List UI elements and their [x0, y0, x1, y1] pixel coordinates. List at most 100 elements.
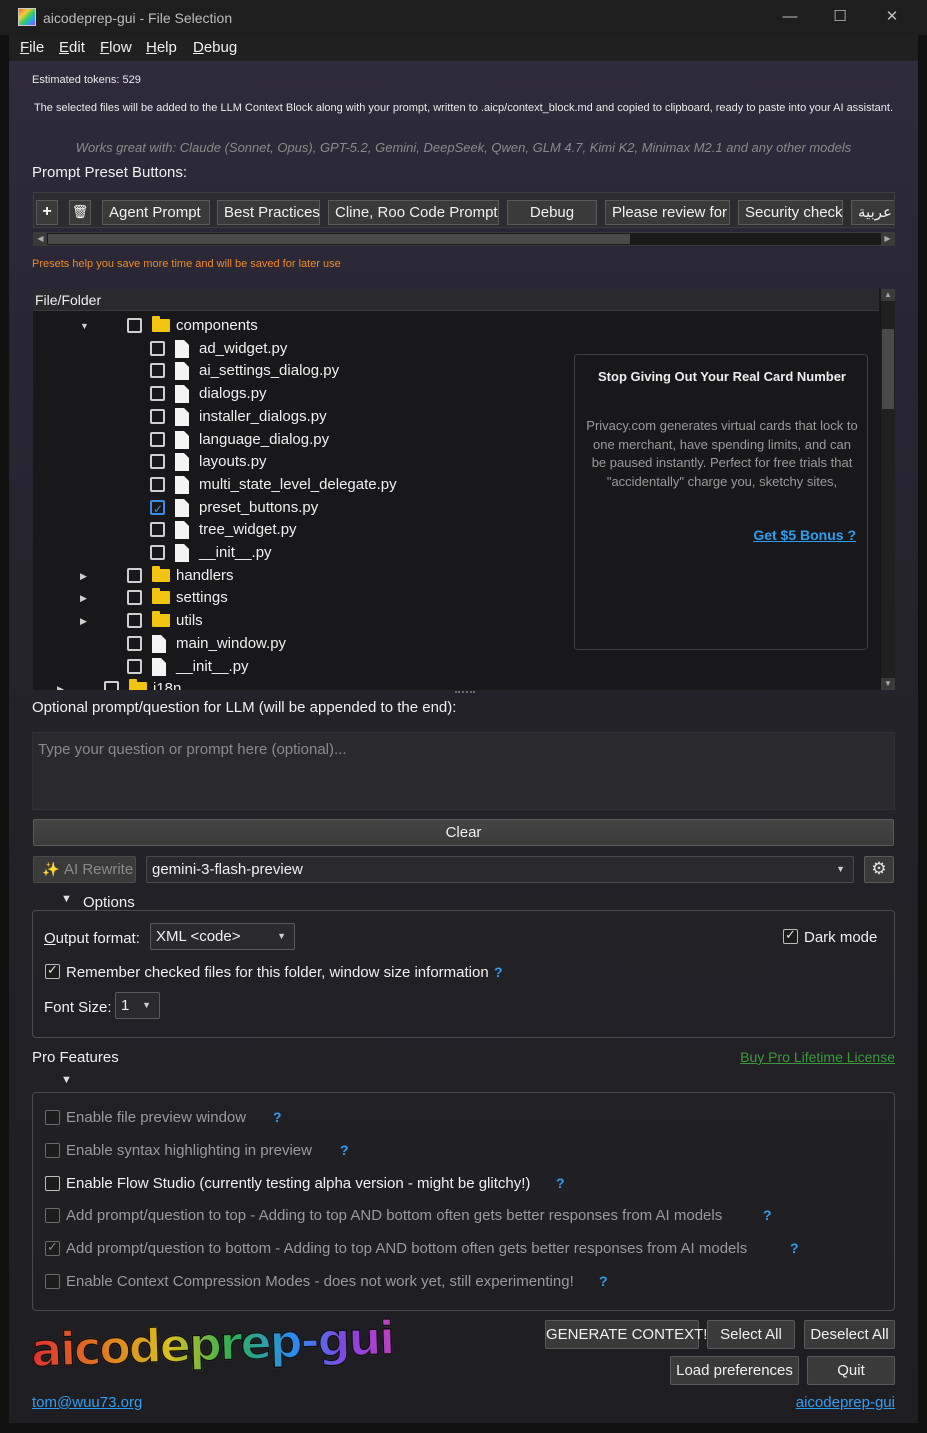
scroll-right-icon[interactable]: ▶: [881, 233, 894, 245]
tree-checkbox[interactable]: [150, 408, 165, 424]
pro-feature-checkbox[interactable]: [45, 1208, 60, 1224]
tree-checkbox[interactable]: [127, 318, 142, 333]
preset-scrollbar[interactable]: ◀ ▶: [33, 232, 895, 246]
tree-scroll-thumb[interactable]: [882, 329, 894, 409]
pro-feature-checkbox[interactable]: [45, 1274, 60, 1289]
add-preset-button[interactable]: +: [36, 200, 58, 225]
tree-file-row[interactable]: ai_settings_dialog.py: [33, 360, 563, 382]
tree-file-row[interactable]: main_window.py: [33, 633, 563, 655]
maximize-button[interactable]: ☐: [825, 6, 855, 28]
help-icon[interactable]: ?: [763, 1207, 772, 1223]
tree-folder-row[interactable]: ▶ settings: [33, 587, 563, 609]
dark-mode-checkbox[interactable]: [783, 927, 798, 944]
help-icon[interactable]: ?: [790, 1240, 799, 1256]
pro-feature-checkbox[interactable]: [45, 1142, 60, 1158]
menu-file[interactable]: File: [20, 39, 44, 56]
menu-debug[interactable]: Debug: [193, 39, 237, 56]
tree-file-row[interactable]: dialogs.py: [33, 383, 563, 405]
preset-please-review[interactable]: Please review for: [605, 200, 730, 225]
gear-icon[interactable]: ⚙: [864, 856, 894, 883]
clear-button[interactable]: Clear: [33, 819, 894, 846]
options-title[interactable]: Options: [83, 894, 135, 911]
chevron-down-icon[interactable]: ▼: [80, 315, 89, 337]
preset-arabic[interactable]: عربية: [851, 200, 894, 225]
email-link[interactable]: tom@wuu73.org: [32, 1394, 142, 1411]
menu-flow[interactable]: Flow: [100, 39, 132, 56]
tree-folder-row[interactable]: ▶ utils: [33, 610, 563, 632]
tree-checkbox[interactable]: [127, 567, 142, 583]
generate-context-button[interactable]: GENERATE CONTEXT!: [545, 1320, 707, 1349]
tree-file-row[interactable]: preset_buttons.py: [33, 497, 563, 520]
scroll-thumb[interactable]: [48, 234, 630, 244]
pro-feature-checkbox[interactable]: [45, 1110, 60, 1125]
tree-checkbox[interactable]: [127, 613, 142, 629]
tree-file-row[interactable]: layouts.py: [33, 451, 563, 473]
pro-feature-checkbox[interactable]: [45, 1175, 60, 1191]
help-icon[interactable]: ?: [273, 1109, 282, 1125]
tree-checkbox[interactable]: [127, 658, 142, 674]
tree-checkbox[interactable]: [150, 340, 165, 356]
menu-edit[interactable]: Edit: [59, 39, 85, 56]
scroll-down-icon[interactable]: ▼: [881, 678, 895, 690]
deselect-all-button[interactable]: Deselect All: [804, 1320, 895, 1349]
load-preferences-button[interactable]: Load preferences: [670, 1356, 799, 1385]
tree-checkbox[interactable]: [150, 498, 165, 520]
tree-checkbox[interactable]: [150, 431, 165, 447]
website-link[interactable]: aicodeprep-gui: [796, 1394, 895, 1411]
tree-checkbox[interactable]: [150, 363, 165, 379]
model-select[interactable]: gemini-3-flash-preview ▼: [146, 856, 854, 883]
pro-feature-checkbox[interactable]: [45, 1239, 60, 1257]
scroll-left-icon[interactable]: ◀: [34, 233, 47, 245]
tree-checkbox[interactable]: [150, 454, 165, 470]
tree-checkbox[interactable]: [127, 635, 142, 651]
tree-folder-row[interactable]: ▶ handlers: [33, 565, 563, 587]
preset-best-practices[interactable]: Best Practices: [217, 200, 320, 225]
tree-file-row[interactable]: __init__.py: [33, 656, 563, 678]
tree-file-row[interactable]: __init__.py: [33, 542, 563, 564]
ai-rewrite-button[interactable]: ✨ AI Rewrite: [33, 856, 136, 883]
remember-help-icon[interactable]: ?: [494, 964, 503, 980]
preset-agent-prompt[interactable]: Agent Prompt: [102, 200, 210, 225]
minimize-button[interactable]: —: [775, 6, 805, 28]
output-format-select[interactable]: XML <code> ▼: [150, 923, 295, 950]
preset-security-check[interactable]: Security check: [738, 200, 843, 225]
chevron-right-icon[interactable]: ▶: [80, 610, 87, 632]
tree-checkbox[interactable]: [150, 386, 165, 402]
model-value: gemini-3-flash-preview: [152, 861, 303, 878]
options-collapse-icon[interactable]: ▼: [61, 893, 72, 905]
tree-file-row[interactable]: language_dialog.py: [33, 429, 563, 451]
tree-folder-row[interactable]: ▼ components: [33, 315, 563, 337]
help-icon[interactable]: ?: [599, 1273, 608, 1289]
preset-cline-roo[interactable]: Cline, Roo Code Prompt: [328, 200, 499, 225]
tree-file-row[interactable]: installer_dialogs.py: [33, 406, 563, 428]
menu-help[interactable]: Help: [146, 39, 177, 56]
tree-folder-row[interactable]: ▶ i18n: [33, 678, 563, 690]
remember-checkbox[interactable]: [45, 962, 60, 979]
tree-checkbox[interactable]: [150, 476, 165, 492]
tree-checkbox[interactable]: [127, 590, 142, 606]
scroll-up-icon[interactable]: ▲: [881, 289, 895, 301]
tree-file-row[interactable]: ad_widget.py: [33, 338, 563, 360]
help-icon[interactable]: ?: [340, 1142, 349, 1158]
chevron-right-icon[interactable]: ▶: [80, 587, 87, 609]
pro-collapse-icon[interactable]: ▼: [61, 1074, 72, 1086]
chevron-right-icon[interactable]: ▶: [57, 678, 64, 690]
quit-button[interactable]: Quit: [807, 1356, 895, 1385]
tree-file-row[interactable]: tree_widget.py: [33, 519, 563, 541]
tree-checkbox[interactable]: [150, 522, 165, 538]
buy-pro-link[interactable]: Buy Pro Lifetime License: [740, 1049, 895, 1065]
preset-debug[interactable]: Debug: [507, 200, 597, 225]
tree-checkbox[interactable]: [104, 681, 119, 690]
select-all-button[interactable]: Select All: [707, 1320, 795, 1349]
prompt-input[interactable]: Type your question or prompt here (optio…: [32, 732, 895, 810]
help-icon[interactable]: ?: [556, 1175, 565, 1191]
tree-file-row[interactable]: multi_state_level_delegate.py: [33, 474, 563, 496]
delete-preset-icon[interactable]: 🗑: [69, 200, 91, 225]
font-size-select[interactable]: 1 ▼: [115, 992, 160, 1019]
chevron-right-icon[interactable]: ▶: [80, 565, 87, 587]
close-button[interactable]: ✕: [877, 6, 907, 28]
tree-scrollbar[interactable]: ▲ ▼: [881, 289, 895, 690]
tree-checkbox[interactable]: [150, 545, 165, 560]
ad-bonus-link[interactable]: Get $5 Bonus ?: [753, 527, 856, 543]
splitter-handle[interactable]: [455, 691, 475, 693]
